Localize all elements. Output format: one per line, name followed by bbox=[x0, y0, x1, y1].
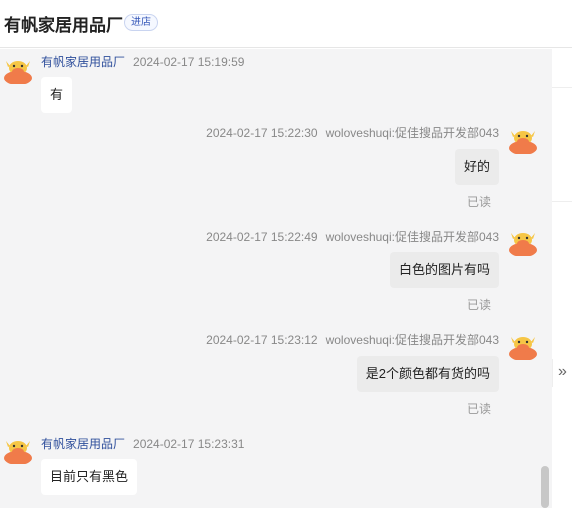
cow-avatar-icon[interactable] bbox=[3, 54, 33, 84]
sender-name: woloveshuqi:促佳搜品开发部043 bbox=[325, 230, 499, 244]
chat-header: 有帆家居用品厂 进店 bbox=[0, 0, 572, 48]
message-bubble[interactable]: 是2个颜色都有货的吗 bbox=[356, 356, 499, 392]
read-status: 已读 bbox=[466, 402, 491, 416]
sender-name: woloveshuqi:促佳搜品开发部043 bbox=[325, 126, 499, 140]
cow-avatar-icon[interactable] bbox=[3, 434, 33, 464]
message-bubble[interactable]: 目前只有黑色 bbox=[41, 459, 138, 495]
read-status: 已读 bbox=[466, 195, 491, 209]
side-panel bbox=[552, 49, 572, 508]
read-status: 已读 bbox=[466, 298, 491, 312]
cow-avatar-icon[interactable] bbox=[508, 330, 538, 360]
message-meta: 有帆家居用品厂 2024-02-17 15:23:31 bbox=[41, 435, 244, 452]
message-list[interactable]: 有帆家居用品厂 2024-02-17 15:19:59 有 2024-02-17 … bbox=[0, 49, 552, 508]
cow-avatar-icon[interactable] bbox=[508, 124, 538, 154]
divider bbox=[552, 201, 572, 202]
message-time: 2024-02-17 15:22:49 bbox=[206, 230, 318, 244]
message-bubble[interactable]: 有 bbox=[41, 77, 73, 113]
cow-avatar-icon[interactable] bbox=[508, 226, 538, 256]
shop-title: 有帆家居用品厂 bbox=[4, 16, 123, 35]
sender-name[interactable]: 有帆家居用品厂 bbox=[41, 55, 125, 69]
message-meta: 2024-02-17 15:22:30 woloveshuqi:促佳搜品开发部04… bbox=[206, 124, 499, 141]
scrollbar-thumb[interactable] bbox=[541, 466, 549, 508]
sender-name: woloveshuqi:促佳搜品开发部043 bbox=[325, 333, 499, 347]
divider bbox=[552, 87, 572, 88]
message-time: 2024-02-17 15:19:59 bbox=[133, 55, 245, 69]
message-time: 2024-02-17 15:22:30 bbox=[206, 126, 318, 140]
message-time: 2024-02-17 15:23:31 bbox=[133, 437, 245, 451]
visit-shop-button[interactable]: 进店 bbox=[124, 14, 158, 31]
message-bubble[interactable]: 好的 bbox=[454, 149, 499, 185]
message-meta: 2024-02-17 15:22:49 woloveshuqi:促佳搜品开发部04… bbox=[206, 228, 499, 245]
message-time: 2024-02-17 15:23:12 bbox=[206, 333, 318, 347]
double-chevron-right-icon[interactable]: » bbox=[552, 359, 572, 387]
sender-name[interactable]: 有帆家居用品厂 bbox=[41, 437, 125, 451]
message-meta: 有帆家居用品厂 2024-02-17 15:19:59 bbox=[41, 53, 244, 70]
message-bubble[interactable]: 白色的图片有吗 bbox=[389, 252, 499, 288]
message-meta: 2024-02-17 15:23:12 woloveshuqi:促佳搜品开发部04… bbox=[206, 331, 499, 348]
